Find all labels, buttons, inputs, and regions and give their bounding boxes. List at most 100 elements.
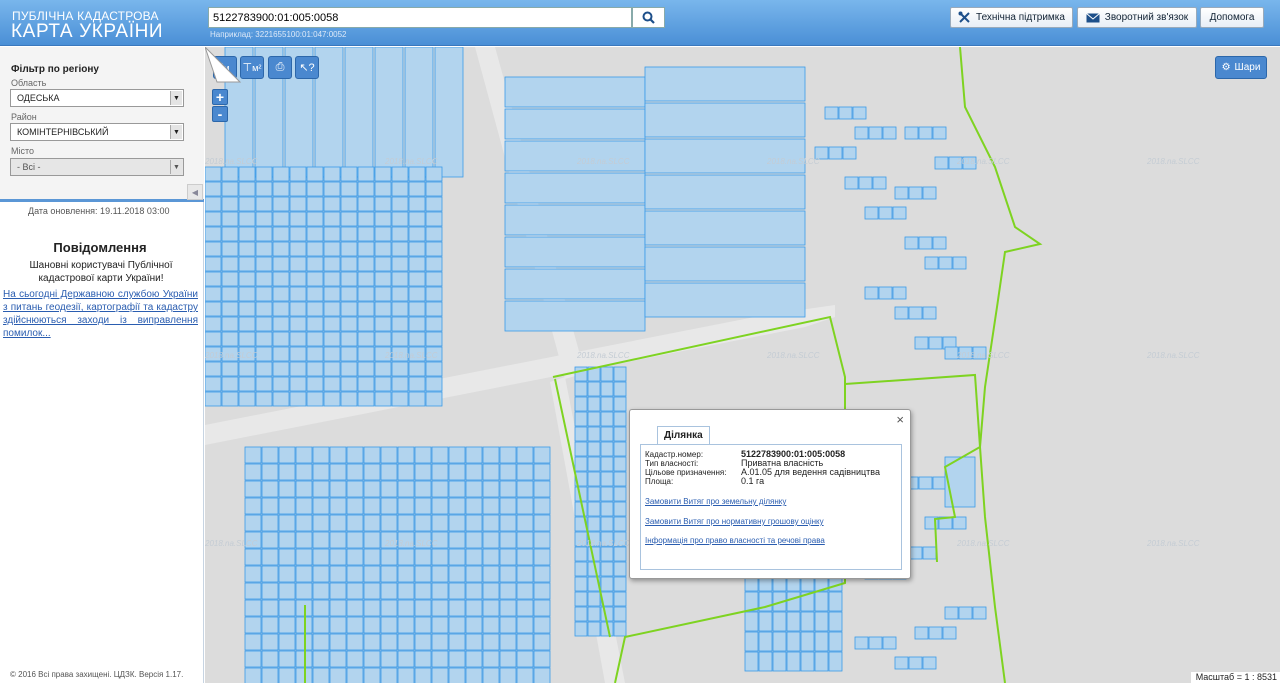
zoom-in-button[interactable]: + (212, 89, 228, 105)
parcel (425, 286, 443, 302)
parcel (357, 166, 375, 182)
parcel (374, 196, 392, 212)
parcel (278, 531, 296, 549)
parcel (600, 411, 614, 427)
layers-button[interactable]: ⚙ Шари (1215, 56, 1267, 79)
parcel (238, 196, 256, 212)
area-unit: м² (252, 62, 262, 73)
parcel (408, 196, 426, 212)
parcel (278, 565, 296, 583)
parcel (431, 633, 449, 651)
parcel (238, 166, 256, 182)
parcel (306, 211, 324, 227)
help-button[interactable]: Допомога (1200, 7, 1264, 28)
tab-parcel[interactable]: Ділянка (657, 426, 710, 444)
map-canvas[interactable] (205, 47, 1280, 683)
parcel (306, 391, 324, 407)
identify-button[interactable]: ↖? (295, 56, 319, 79)
parcel (408, 166, 426, 182)
parcel (312, 582, 330, 600)
zoom-out-button[interactable]: - (212, 106, 228, 122)
parcel (644, 174, 806, 210)
parcel (323, 241, 341, 257)
parcel (944, 606, 959, 620)
parcel (323, 196, 341, 212)
parcel (465, 531, 483, 549)
parcel (363, 548, 381, 566)
parcel (205, 331, 222, 347)
parcel (329, 667, 347, 683)
parcel (340, 181, 358, 197)
parcel (908, 656, 923, 670)
close-icon[interactable]: × (896, 412, 904, 427)
parcel (397, 548, 415, 566)
parcel (221, 226, 239, 242)
map-watermark: 2018.na.SLCC (1147, 157, 1200, 166)
parcel (958, 606, 973, 620)
parcel (613, 456, 627, 472)
parcel (306, 196, 324, 212)
parcel (340, 286, 358, 302)
parcel (758, 611, 773, 632)
city-select[interactable]: - Всі - ▼ (10, 158, 184, 176)
parcel (864, 206, 879, 220)
parcel (363, 531, 381, 549)
parcel (323, 166, 341, 182)
ownership-info-link[interactable]: Інформація про право власності та речові… (645, 536, 825, 545)
cadastral-map[interactable]: |м ⊤м² ⎙ ↖? + - ⚙ Шари 2018.na.SLCC2018.… (205, 47, 1280, 683)
parcel (482, 650, 500, 668)
logo-line2: КАРТА УКРАЇНИ (11, 21, 164, 42)
search-button[interactable] (632, 7, 665, 28)
parcel (272, 361, 290, 377)
dropdown-arrow-icon: ▼ (170, 160, 182, 174)
parcel (340, 166, 358, 182)
order-extract-link[interactable]: Замовити Витяг про земельну ділянку (645, 497, 786, 506)
feedback-button[interactable]: Зворотний зв'язок (1077, 7, 1197, 28)
parcel (431, 480, 449, 498)
parcel (289, 376, 307, 392)
parcel (499, 582, 517, 600)
district-select[interactable]: КОМІНТЕРНІВСЬКИЙ ▼ (10, 123, 184, 141)
parcel (391, 196, 409, 212)
parcel (414, 514, 432, 532)
order-valuation-link[interactable]: Замовити Витяг про нормативну грошову оц… (645, 517, 824, 526)
parcel (272, 271, 290, 287)
parcel (914, 626, 929, 640)
parcel (380, 480, 398, 498)
collapse-sidebar-button[interactable]: ◀ (187, 184, 203, 200)
parcel (613, 516, 627, 532)
parcel (744, 651, 759, 672)
parcel (482, 497, 500, 515)
parcel (340, 361, 358, 377)
parcel (828, 146, 843, 160)
parcel (346, 616, 364, 634)
parcel (448, 633, 466, 651)
parcel (516, 633, 534, 651)
region-select[interactable]: ОДЕСЬКА ▼ (10, 89, 184, 107)
parcel (397, 616, 415, 634)
parcel (295, 480, 313, 498)
info-row-area: Площа: 0.1 га (645, 477, 764, 487)
parcel (882, 126, 897, 140)
parcel (397, 565, 415, 583)
parcel (928, 626, 943, 640)
notice-link[interactable]: На сьогодні Державною службою України з … (3, 288, 198, 340)
map-watermark: 2018.na.SLCC (767, 351, 820, 360)
parcel (533, 667, 551, 683)
cadastral-search-input[interactable] (208, 7, 632, 28)
support-button[interactable]: Технічна підтримка (950, 7, 1073, 28)
parcel (482, 582, 500, 600)
parcel (289, 226, 307, 242)
parcel (346, 480, 364, 498)
envelope-icon (1085, 12, 1100, 22)
parcel (932, 126, 947, 140)
parcel (374, 316, 392, 332)
print-button[interactable]: ⎙ (268, 56, 292, 79)
parcel (828, 631, 843, 652)
parcel (238, 331, 256, 347)
parcel (312, 599, 330, 617)
parcel (238, 211, 256, 227)
identify-icon: ↖? (299, 62, 315, 74)
parcel (824, 106, 839, 120)
parcel (414, 446, 432, 464)
